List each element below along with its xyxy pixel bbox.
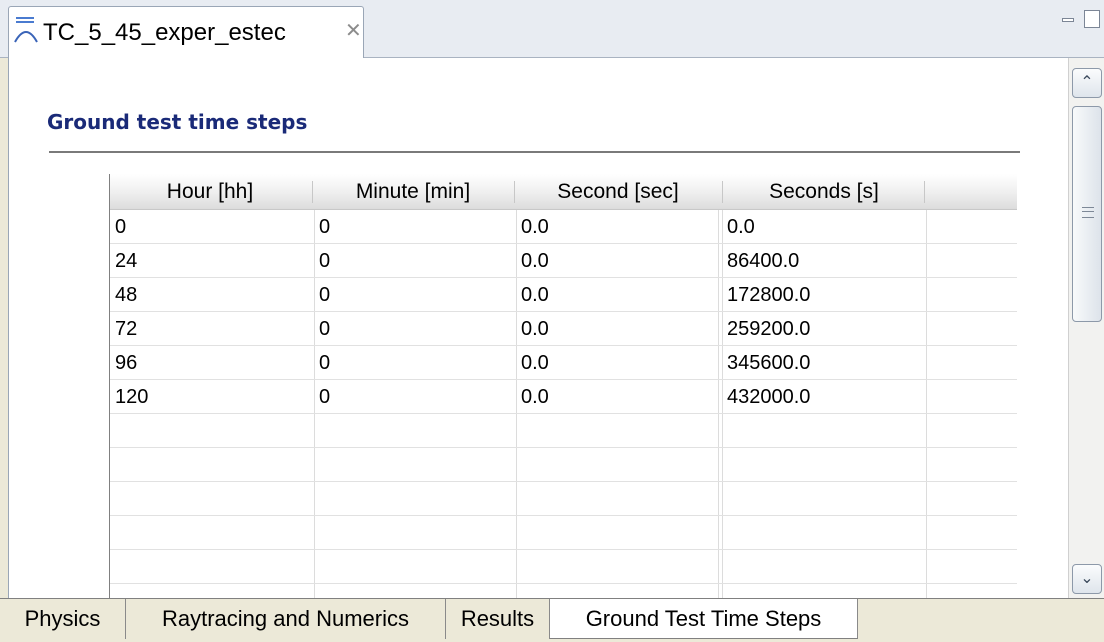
editor-tab[interactable]: TC_5_45_exper_estec ✕ (8, 6, 364, 58)
cell-second: 0.0 (521, 216, 549, 238)
cell-minute: 0 (319, 250, 331, 272)
table-row-empty[interactable] (110, 516, 1017, 550)
cell-minute: 0 (319, 386, 331, 408)
section-title: Ground test time steps (47, 110, 308, 134)
cell-seconds-total: 345600.0 (727, 352, 811, 374)
cell-hour: 72 (115, 318, 138, 340)
cell-second: 0.0 (521, 352, 549, 374)
cell-seconds-total: 172800.0 (727, 284, 811, 306)
vertical-scrollbar[interactable]: ⌃ ⌄ (1068, 58, 1104, 598)
cell-minute: 0 (319, 318, 331, 340)
cell-hour: 120 (115, 386, 149, 408)
column-header-minute[interactable]: Minute [min] (314, 174, 512, 210)
cell-hour: 0 (115, 216, 127, 238)
section-divider (49, 151, 1020, 153)
cell-minute: 0 (319, 352, 331, 374)
cell-second: 0.0 (521, 386, 549, 408)
tab-physics[interactable]: Physics (0, 599, 126, 639)
thermal-model-icon (14, 17, 38, 43)
grip-icon (1082, 207, 1094, 218)
table-row[interactable]: 72 0 0.0 259200.0 (110, 312, 1017, 346)
column-header-second[interactable]: Second [sec] (516, 174, 720, 210)
cell-minute: 0 (319, 216, 331, 238)
table-header: Hour [hh] Minute [min] Second [sec] Seco… (110, 174, 1017, 210)
scroll-thumb[interactable] (1072, 106, 1102, 322)
table-row[interactable]: 24 0 0.0 86400.0 (110, 244, 1017, 278)
table-row-empty[interactable] (110, 550, 1017, 584)
cell-minute: 0 (319, 284, 331, 306)
cell-second: 0.0 (521, 318, 549, 340)
maximize-icon[interactable] (1084, 10, 1100, 28)
tab-results[interactable]: Results (446, 599, 550, 639)
table-row[interactable]: 48 0 0.0 172800.0 (110, 278, 1017, 312)
editor-content: Ground test time steps Hour [hh] Minute … (8, 58, 1068, 604)
cell-seconds-total: 259200.0 (727, 318, 811, 340)
cell-second: 0.0 (521, 284, 549, 306)
table-row-empty[interactable] (110, 414, 1017, 448)
column-separator (924, 181, 925, 203)
minimize-icon[interactable] (1062, 18, 1074, 22)
table-row[interactable]: 0 0 0.0 0.0 (110, 210, 1017, 244)
column-header-hour[interactable]: Hour [hh] (110, 174, 310, 210)
table-row[interactable]: 96 0 0.0 345600.0 (110, 346, 1017, 380)
cell-seconds-total: 0.0 (727, 216, 755, 238)
tab-raytracing-and-numerics[interactable]: Raytracing and Numerics (126, 599, 446, 639)
editor-tab-title: TC_5_45_exper_estec (43, 19, 286, 46)
cell-seconds-total: 432000.0 (727, 386, 811, 408)
table-row[interactable]: 120 0 0.0 432000.0 (110, 380, 1017, 414)
table-row-empty[interactable] (110, 482, 1017, 516)
scroll-up-button[interactable]: ⌃ (1072, 68, 1102, 98)
column-separator (312, 181, 313, 203)
column-separator (514, 181, 515, 203)
scroll-down-button[interactable]: ⌄ (1072, 564, 1102, 594)
cell-hour: 96 (115, 352, 138, 374)
close-icon[interactable]: ✕ (345, 21, 362, 41)
page-tab-bar: Physics Raytracing and Numerics Results … (0, 598, 1104, 642)
cell-hour: 24 (115, 250, 138, 272)
cell-second: 0.0 (521, 250, 549, 272)
column-header-seconds-total[interactable]: Seconds [s] (724, 174, 924, 210)
time-steps-table[interactable]: Hour [hh] Minute [min] Second [sec] Seco… (109, 174, 1017, 604)
cell-hour: 48 (115, 284, 138, 306)
cell-seconds-total: 86400.0 (727, 250, 800, 272)
column-separator (722, 181, 723, 203)
editor-tab-bar: TC_5_45_exper_estec ✕ (0, 0, 1104, 58)
table-row-empty[interactable] (110, 448, 1017, 482)
tab-ground-test-time-steps[interactable]: Ground Test Time Steps (550, 599, 858, 639)
